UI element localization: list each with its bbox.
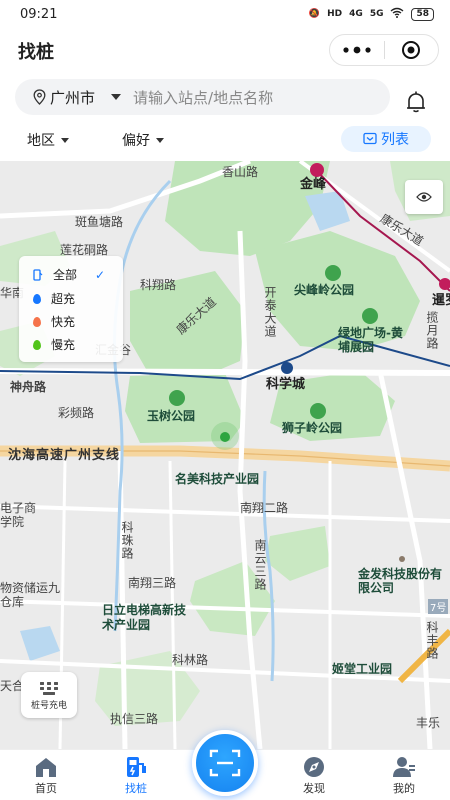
status-bar: 09:21 🔕 HD 4G 5G 58 <box>0 0 450 28</box>
road-badge: 7号 <box>428 599 449 614</box>
map-label: 南翔三路 <box>128 576 177 590</box>
compass-icon <box>304 757 324 777</box>
visibility-toggle-button[interactable] <box>405 180 443 214</box>
map-label: 执信三路 <box>110 712 159 726</box>
highway-label: 沈海高速广州支线 <box>8 448 121 463</box>
map-label: 科翔路 <box>140 278 177 292</box>
city-dropdown-icon <box>111 94 122 100</box>
header: 找桩 <box>0 30 450 74</box>
scan-button[interactable] <box>192 730 258 796</box>
legend-all[interactable]: 全部 ✓ <box>33 266 105 283</box>
map-label: 神舟路 <box>10 380 47 394</box>
pile-number-charge-button[interactable]: 桩号充电 <box>21 672 77 718</box>
slow-marker-icon <box>33 339 41 350</box>
map-label: 南翔二路 <box>240 501 289 515</box>
status-indicators: 🔕 HD 4G 5G 58 <box>309 7 434 21</box>
more-dots-icon <box>343 46 371 54</box>
map-label: 名美科技产业园 <box>175 472 260 486</box>
map-label: 丰乐 <box>416 716 441 730</box>
region-filter-label: 地区 <box>27 133 55 149</box>
legend-slow-label: 慢充 <box>51 338 76 352</box>
metro-station-label: 暹罗 <box>432 293 450 308</box>
close-mini-program-button[interactable] <box>385 35 439 65</box>
keypad-icon <box>40 681 58 695</box>
map-view[interactable]: 香山路 金峰 斑鱼塘路 莲花硐路 康乐大道 尖峰岭公园 暹罗 华南 科翔路 康乐… <box>0 161 450 749</box>
map-label: 斑鱼塘路 <box>75 215 124 229</box>
scan-icon <box>209 749 241 777</box>
list-icon <box>363 132 377 145</box>
map-label: 金发科技股份有限公司 <box>358 567 443 595</box>
legend-fast-label: 快充 <box>51 315 76 329</box>
network-4g: 4G <box>349 9 363 19</box>
checkmark-icon: ✓ <box>95 267 106 282</box>
fast-marker-icon <box>33 316 41 327</box>
list-view-button[interactable]: 列表 <box>341 126 431 152</box>
map-label: 科丰路 <box>425 621 439 660</box>
city-name: 广州市 <box>50 88 96 107</box>
pile-number-charge-label: 桩号充电 <box>30 700 67 711</box>
wifi-icon <box>390 7 404 21</box>
charging-station-icon <box>127 757 146 777</box>
search-bar[interactable]: 广州市 请输入站点/地点名称 <box>15 79 390 115</box>
tab-home[interactable]: 首页 <box>16 756 76 796</box>
mini-program-capsule <box>329 34 439 66</box>
eye-icon <box>416 192 432 202</box>
tab-find-pile[interactable]: 找桩 <box>106 756 166 796</box>
map-label: 南云三路 <box>253 539 267 591</box>
notification-bell-icon[interactable] <box>404 90 428 118</box>
mute-icon: 🔕 <box>308 9 321 19</box>
chevron-down-icon <box>156 137 164 143</box>
map-label: 狮子岭公园 <box>282 421 343 435</box>
map-label: 绿地广场-黄埔展园 <box>338 326 403 354</box>
network-5g: 5G <box>369 9 384 19</box>
tab-mine-label: 我的 <box>393 782 415 795</box>
legend-fast[interactable]: 快充 <box>33 313 75 330</box>
map-label: 日立电梯高新技术产业园 <box>102 603 187 632</box>
map-label: 尖峰岭公园 <box>294 283 355 297</box>
map-label: 物资储运九仓库 <box>0 581 61 609</box>
map-label: 开泰大道 <box>263 286 277 338</box>
tab-discover[interactable]: 发现 <box>284 756 344 796</box>
map-label: 科林路 <box>172 653 209 667</box>
user-icon <box>393 757 415 777</box>
super-fast-marker-icon <box>33 293 41 304</box>
list-view-label: 列表 <box>381 132 409 148</box>
metro-station-label: 金峰 <box>300 177 327 192</box>
preference-filter[interactable]: 偏好 <box>122 130 164 150</box>
location-pin-icon <box>33 89 46 105</box>
tab-mine[interactable]: 我的 <box>374 756 434 796</box>
more-button[interactable] <box>330 35 384 65</box>
map-label: 揽月路 <box>425 311 439 350</box>
page-title: 找桩 <box>18 42 54 63</box>
legend-all-label: 全部 <box>53 268 78 282</box>
network-hd: HD <box>327 9 343 19</box>
legend-super-fast-label: 超充 <box>51 292 76 306</box>
search-input[interactable]: 请输入站点/地点名称 <box>133 87 273 108</box>
charger-icon <box>33 268 43 281</box>
preference-filter-label: 偏好 <box>122 133 150 149</box>
target-icon <box>402 41 421 59</box>
legend-super-fast[interactable]: 超充 <box>33 290 75 307</box>
map-label: 香山路 <box>222 165 259 179</box>
metro-station-label: 科学城 <box>266 377 306 392</box>
map-label: 彩频路 <box>58 406 95 420</box>
map-label: 玉树公园 <box>147 409 196 423</box>
charger-type-legend: 全部 ✓ 超充 快充 慢充 <box>19 256 123 362</box>
chevron-down-icon <box>61 137 69 143</box>
map-label: 电子商学院 <box>0 501 37 529</box>
status-time: 09:21 <box>20 6 58 22</box>
region-filter[interactable]: 地区 <box>27 130 69 150</box>
tab-find-pile-label: 找桩 <box>125 782 147 795</box>
home-icon <box>36 758 56 777</box>
battery-icon: 58 <box>411 7 434 21</box>
map-label: 科珠路 <box>120 521 134 560</box>
map-label: 姬堂工业园 <box>332 662 393 676</box>
legend-slow[interactable]: 慢充 <box>33 336 75 353</box>
tab-discover-label: 发现 <box>303 782 325 795</box>
filter-bar: 地区 偏好 列表 <box>0 124 450 158</box>
city-selector[interactable]: 广州市 <box>33 87 122 108</box>
tab-home-label: 首页 <box>35 782 57 795</box>
